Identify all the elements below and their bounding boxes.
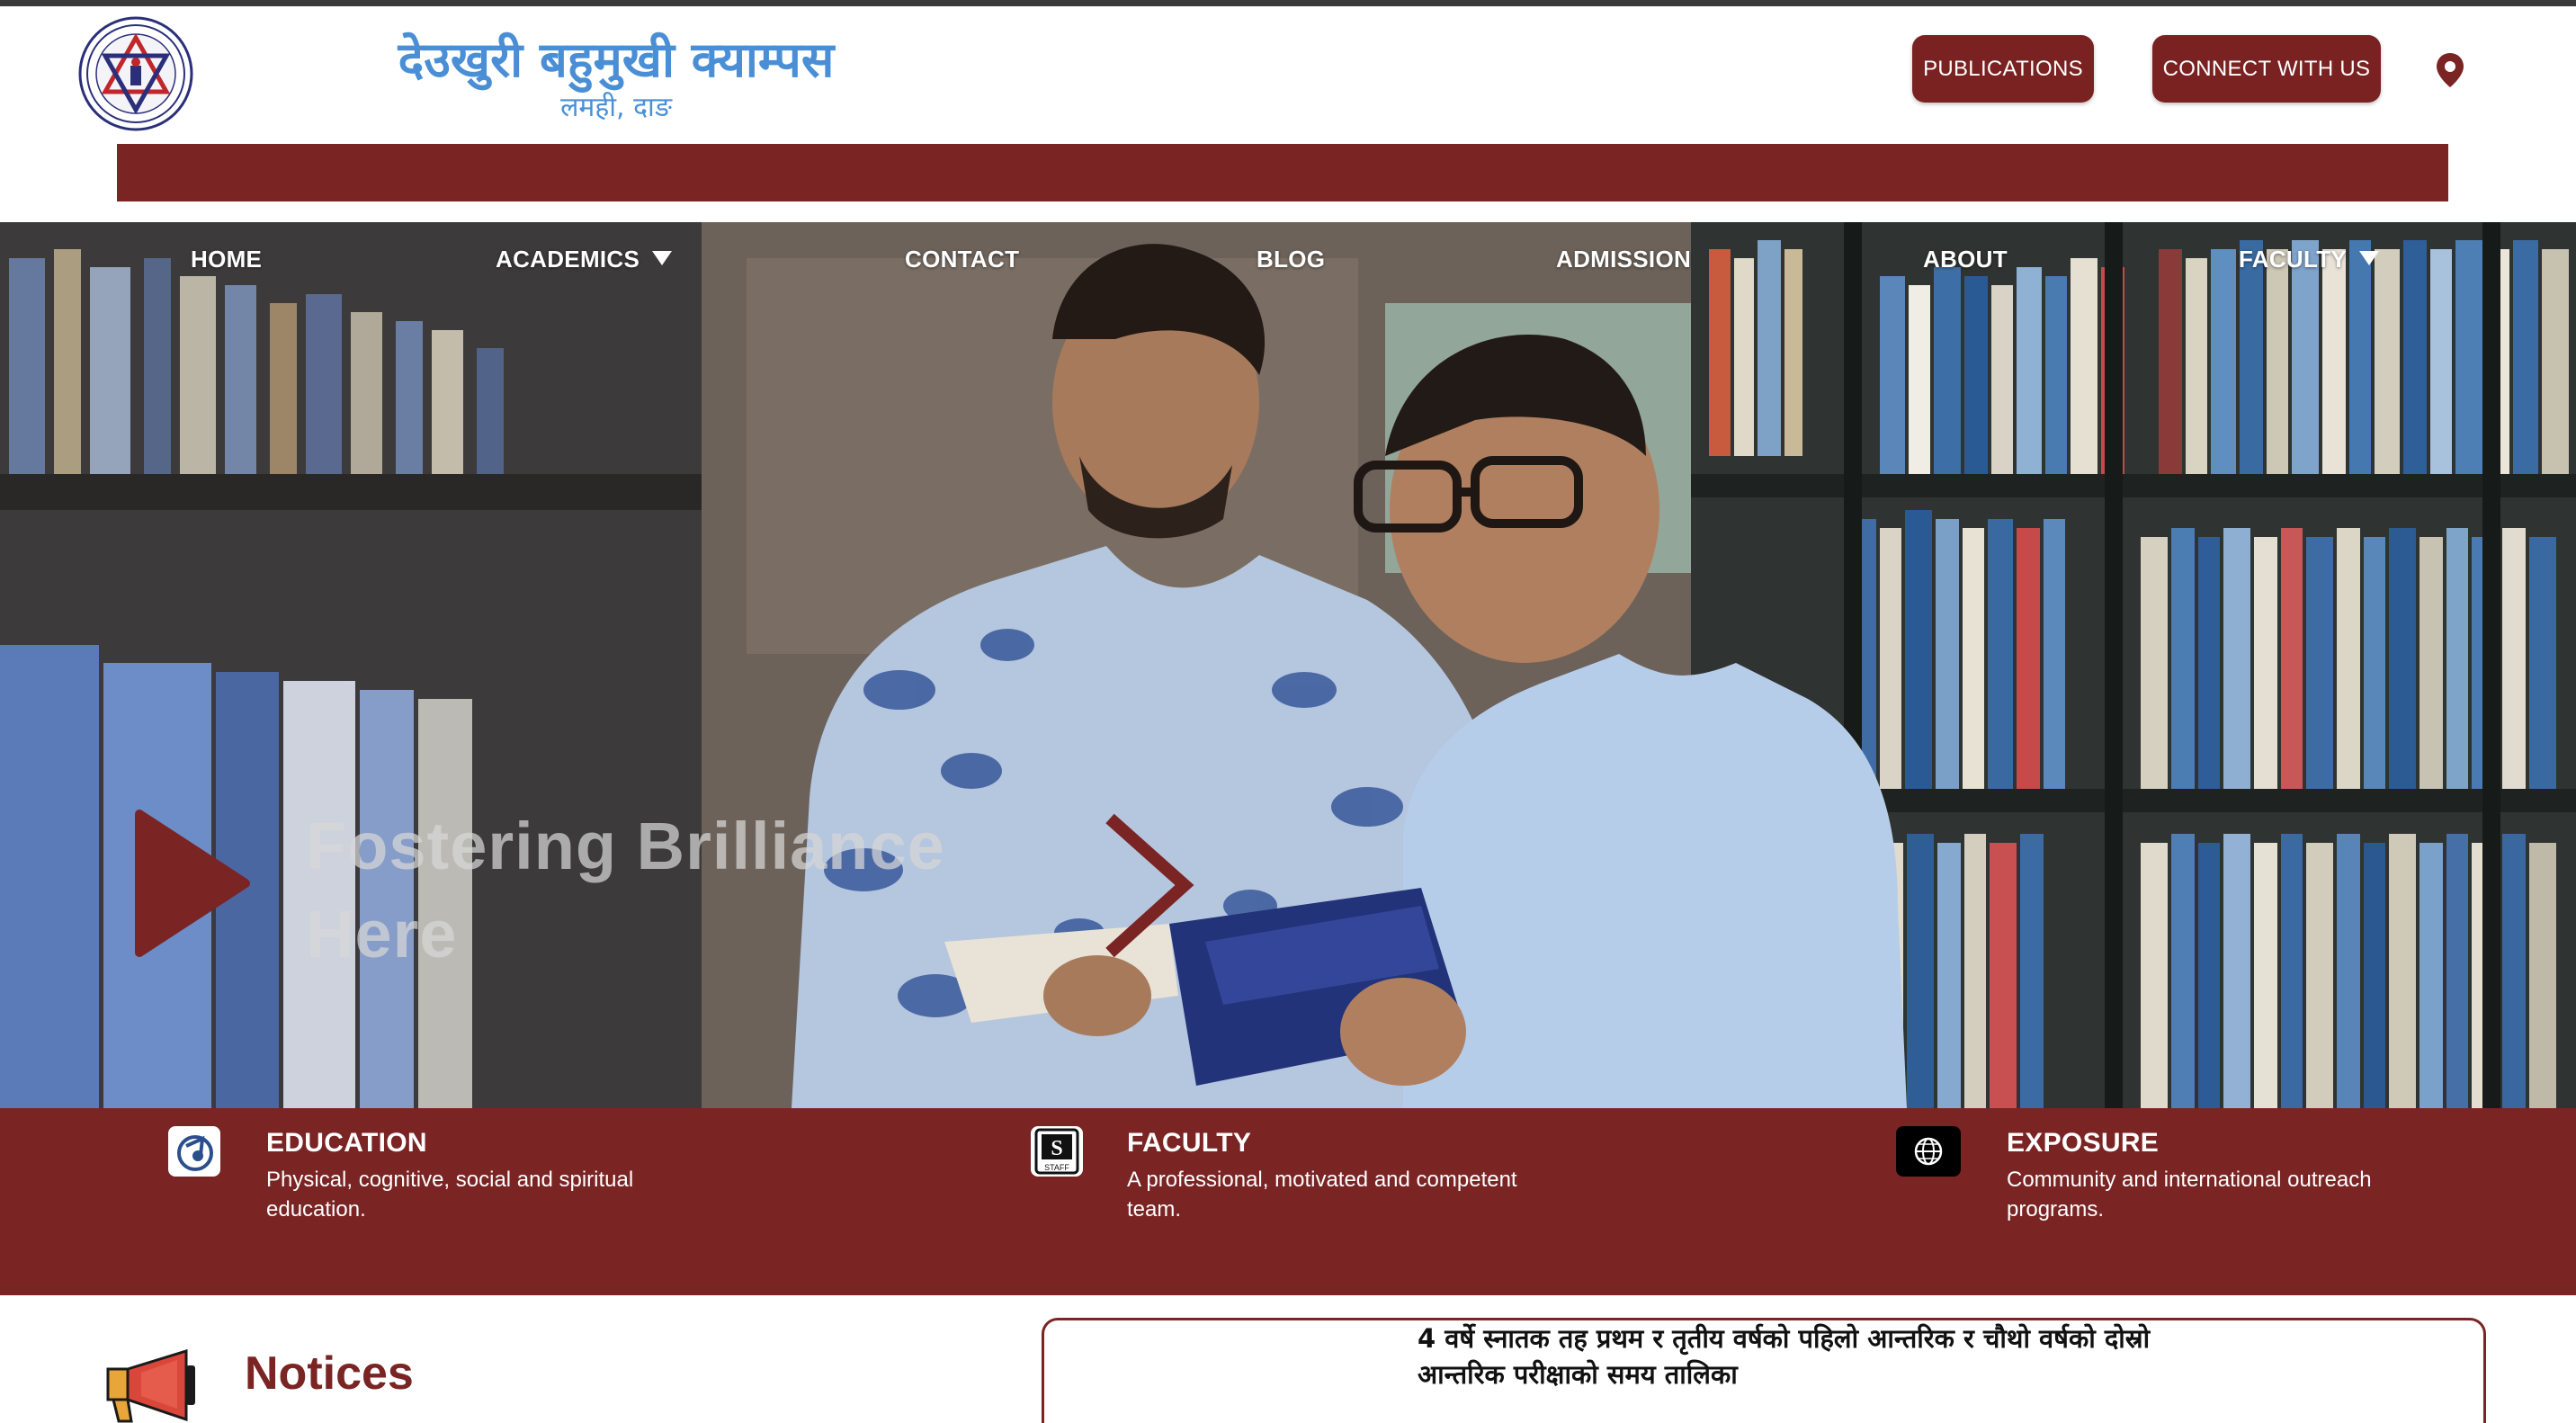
globe-icon <box>1896 1126 1961 1177</box>
nav-home[interactable]: HOME <box>191 246 262 273</box>
nav-academics-label: ACADEMICS <box>496 246 640 273</box>
nav-blog-label: BLOG <box>1257 246 1326 273</box>
svg-text:S: S <box>1051 1137 1062 1160</box>
college-location: लमही, दाङ <box>560 92 672 123</box>
education-icon <box>168 1126 220 1177</box>
notice-card[interactable]: 4 वर्षे स्नातक तह प्रथम र तृतीय वर्षको प… <box>1042 1318 2486 1423</box>
hero-title: Fostering Brilliance Here <box>306 802 1115 979</box>
chevron-right-icon[interactable] <box>1099 811 1198 960</box>
nav-about[interactable]: ABOUT <box>1923 246 2008 273</box>
college-logo[interactable] <box>77 15 194 132</box>
notice-item[interactable]: 4 वर्षे स्नातक तह प्रथम र तृतीय वर्षको प… <box>1418 1320 2227 1392</box>
nav-admission-label: ADMISSION <box>1556 246 1692 273</box>
feature-desc-faculty: A professional, motivated and competent … <box>1127 1168 1517 1222</box>
nav-contact[interactable]: CONTACT <box>905 246 1019 273</box>
features-band: EDUCATION Physical, cognitive, social an… <box>0 1108 2576 1295</box>
caret-down-icon <box>2359 251 2380 265</box>
map-pin-icon[interactable] <box>2434 51 2466 89</box>
svg-text:STAFF: STAFF <box>1044 1163 1069 1172</box>
feature-desc-education: Physical, cognitive, social and spiritua… <box>266 1168 634 1222</box>
nav-faculty-label: FACULTY <box>2239 246 2348 273</box>
announcement-bar <box>117 144 2448 201</box>
connect-with-us-button[interactable]: CONNECT WITH US <box>2152 35 2381 103</box>
caret-down-icon <box>652 251 673 265</box>
play-icon[interactable] <box>130 807 252 960</box>
publications-button[interactable]: PUBLICATIONS <box>1912 35 2094 103</box>
nav-admission[interactable]: ADMISSION <box>1556 246 1691 273</box>
college-name: देउखुरी बहुमुखी क्याम्पस <box>398 31 835 88</box>
nav-faculty[interactable]: FACULTY <box>2239 246 2380 273</box>
site-header: देउखुरी बहुमुखी क्याम्पस लमही, दाङ PUBLI… <box>0 6 2576 222</box>
top-rule <box>0 0 2576 6</box>
feature-desc-exposure: Community and international outreach pro… <box>2007 1168 2372 1222</box>
nav-academics[interactable]: ACADEMICS <box>496 246 673 273</box>
nav-home-label: HOME <box>191 246 263 273</box>
feature-title-exposure: EXPOSURE <box>2007 1128 2160 1158</box>
feature-title-faculty: FACULTY <box>1127 1128 1252 1158</box>
hero-title-line2: Here <box>306 897 458 971</box>
nav-contact-label: CONTACT <box>905 246 1020 273</box>
notices-section: Notices 4 वर्षे स्नातक तह प्रथम र तृतीय … <box>0 1295 2576 1423</box>
feature-title-education: EDUCATION <box>266 1128 427 1158</box>
hero-banner: HOME ACADEMICS CONTACT BLOG ADMISSION AB… <box>0 222 2576 1108</box>
main-nav: HOME ACADEMICS CONTACT BLOG ADMISSION AB… <box>0 222 2576 303</box>
nav-blog[interactable]: BLOG <box>1257 246 1325 273</box>
megaphone-icon <box>106 1349 195 1423</box>
hero-title-line1: Fostering Brilliance <box>306 809 945 883</box>
staff-icon: S STAFF <box>1031 1126 1083 1177</box>
nav-about-label: ABOUT <box>1923 246 2008 273</box>
notices-title: Notices <box>245 1347 414 1400</box>
